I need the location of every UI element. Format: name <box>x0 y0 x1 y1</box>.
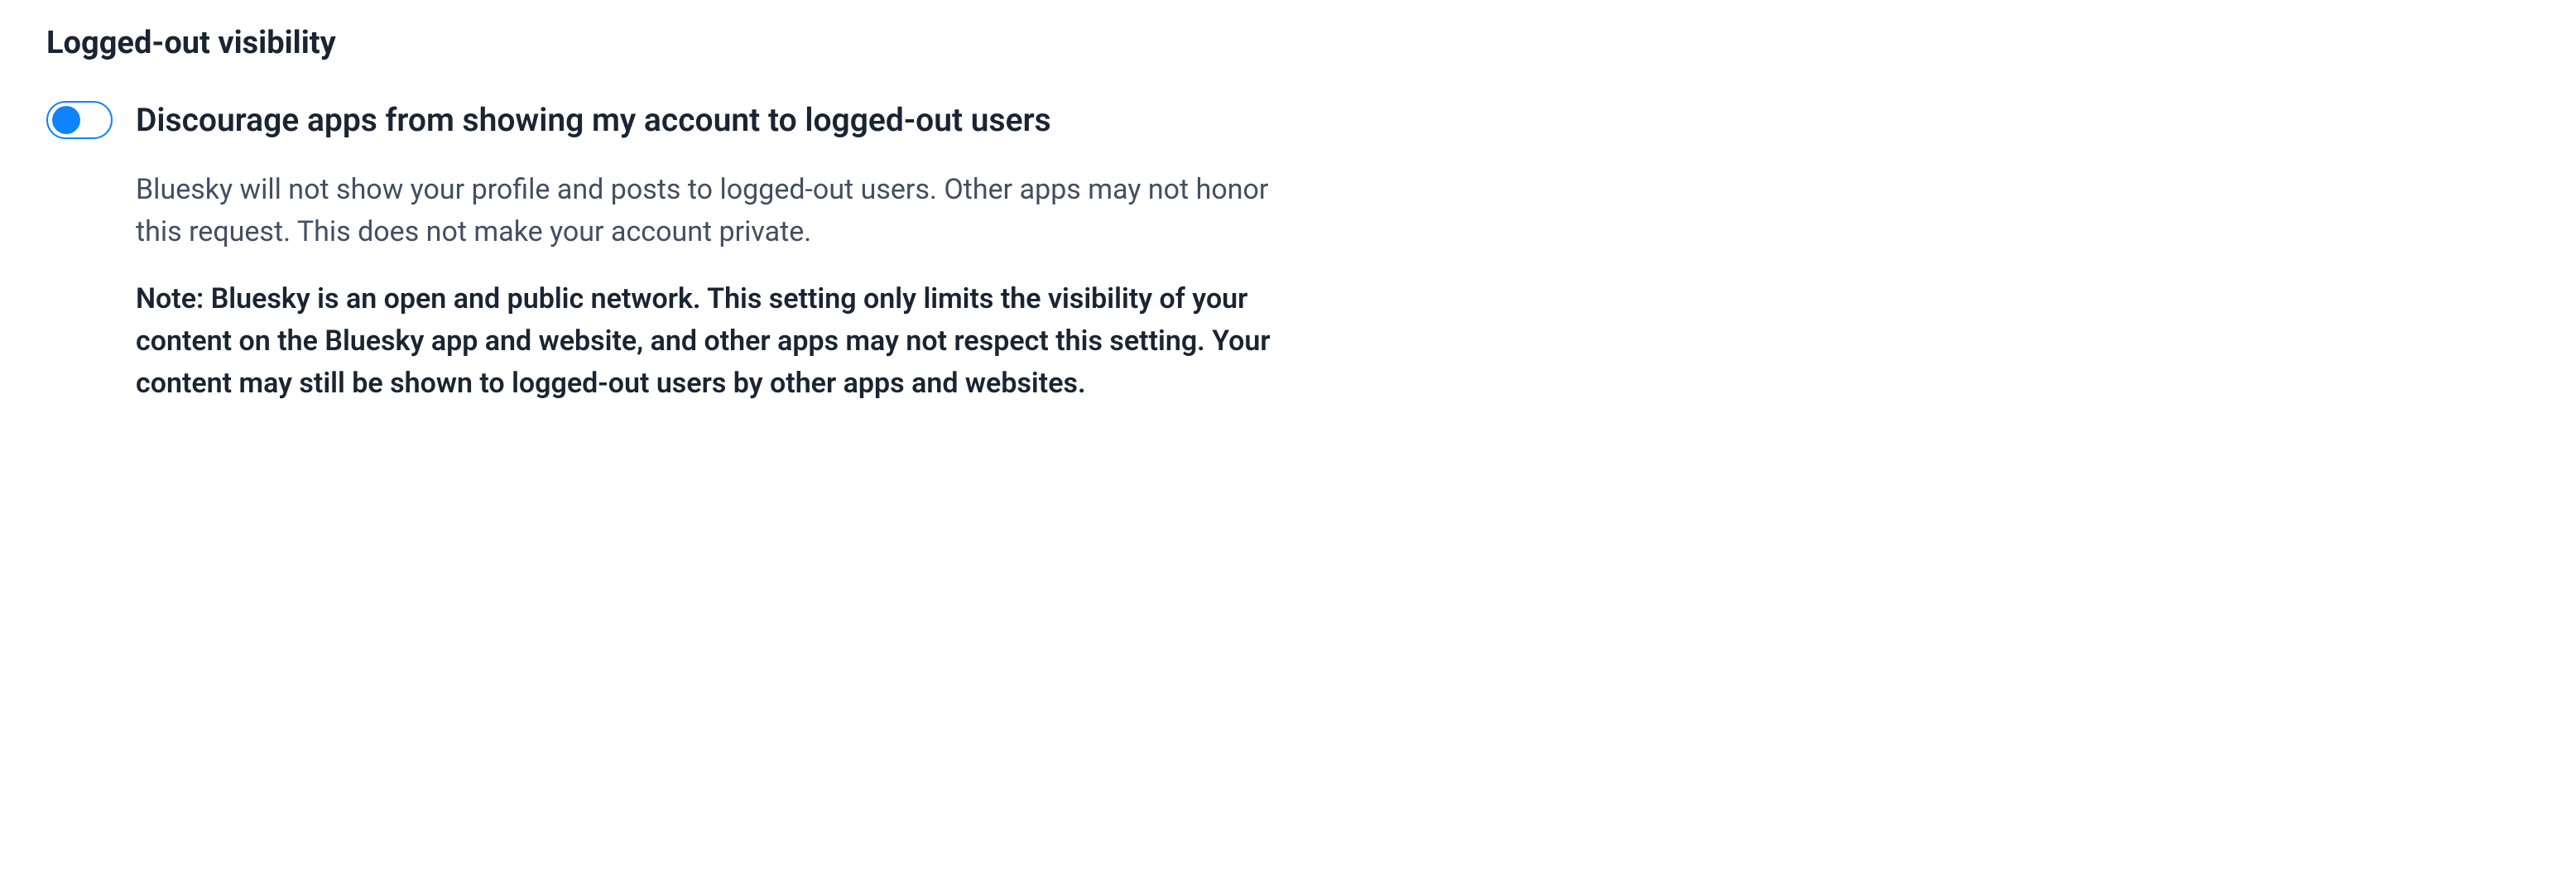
description-block: Bluesky will not show your profile and p… <box>136 169 1295 405</box>
section-title: Logged-out visibility <box>46 25 2530 61</box>
setting-label: Discourage apps from showing my account … <box>136 101 1051 139</box>
discourage-logged-out-toggle[interactable] <box>46 101 113 139</box>
setting-row: Discourage apps from showing my account … <box>46 101 2530 139</box>
setting-note: Note: Bluesky is an open and public netw… <box>136 278 1295 405</box>
toggle-knob-icon <box>52 106 80 134</box>
setting-description: Bluesky will not show your profile and p… <box>136 169 1295 253</box>
